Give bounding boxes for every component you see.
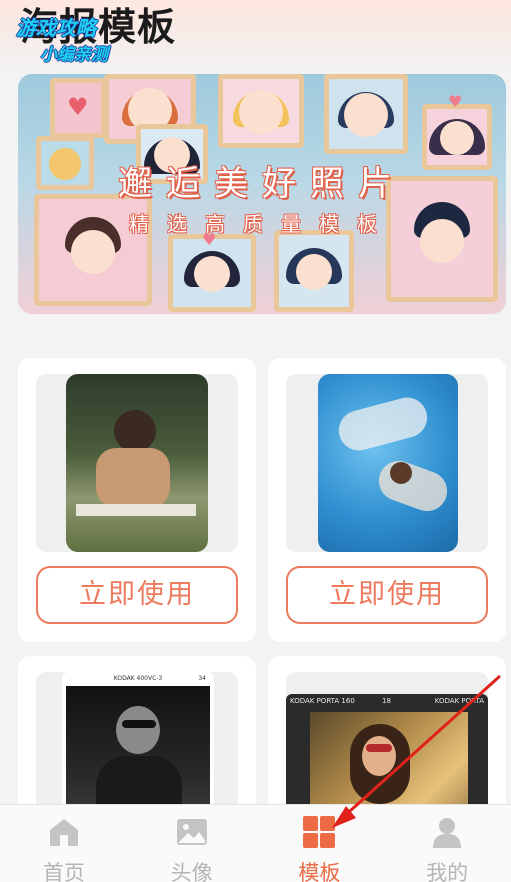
promo-banner[interactable]: ♥ ♥ ♥ 邂逅美好照片 精选高质量模板 (18, 74, 506, 314)
tab-avatar-label: 头像 (170, 861, 213, 882)
grid-icon (303, 816, 336, 848)
template-photo (66, 374, 208, 552)
template-thumbnail (286, 374, 488, 552)
use-template-button[interactable]: 立即使用 (36, 566, 238, 624)
template-thumbnail (36, 374, 238, 552)
template-card[interactable]: 立即使用 (268, 358, 506, 642)
template-card[interactable]: 立即使用 (18, 358, 256, 642)
tab-home[interactable]: 首页 (0, 805, 128, 882)
frame-boy-3 (274, 230, 354, 312)
user-icon (433, 818, 462, 848)
template-photo (318, 374, 458, 552)
film-label: KODAK PORTA (434, 697, 484, 705)
frame-heart: ♥ (50, 78, 106, 138)
bottom-tab-bar: 首页 头像 模板 我的 (0, 804, 511, 882)
tab-templates-label: 模板 (298, 861, 341, 882)
tab-templates[interactable]: 模板 (256, 805, 384, 882)
use-template-button[interactable]: 立即使用 (286, 566, 488, 624)
heart-icon: ♥ (67, 93, 89, 121)
banner-subtitle: 精选高质量模板 (129, 212, 395, 236)
film-frame-number: 34 (198, 675, 206, 682)
home-icon (49, 819, 78, 846)
tab-mine[interactable]: 我的 (383, 805, 511, 882)
tab-avatar[interactable]: 头像 (128, 805, 256, 882)
film-frame-number: 18 (382, 697, 391, 705)
header: 海报模板 游戏攻略 小编亲测 (0, 0, 511, 70)
frame-boy-1 (324, 74, 408, 154)
watermark-line2: 小编亲测 (40, 45, 108, 65)
tab-mine-label: 我的 (426, 861, 469, 882)
heart-icon: ♥ (448, 92, 463, 111)
watermark-line1: 游戏攻略 (16, 16, 96, 40)
film-label: KODAK 400VC-3 (113, 675, 163, 682)
watermark-logo: 游戏攻略 小编亲测 (10, 8, 160, 66)
banner-title: 邂逅美好照片 (118, 164, 406, 204)
tab-home-label: 首页 (42, 861, 85, 882)
film-label: KODAK PORTA 160 (290, 697, 355, 705)
image-icon (176, 819, 207, 845)
frame-girl-2 (218, 74, 304, 148)
